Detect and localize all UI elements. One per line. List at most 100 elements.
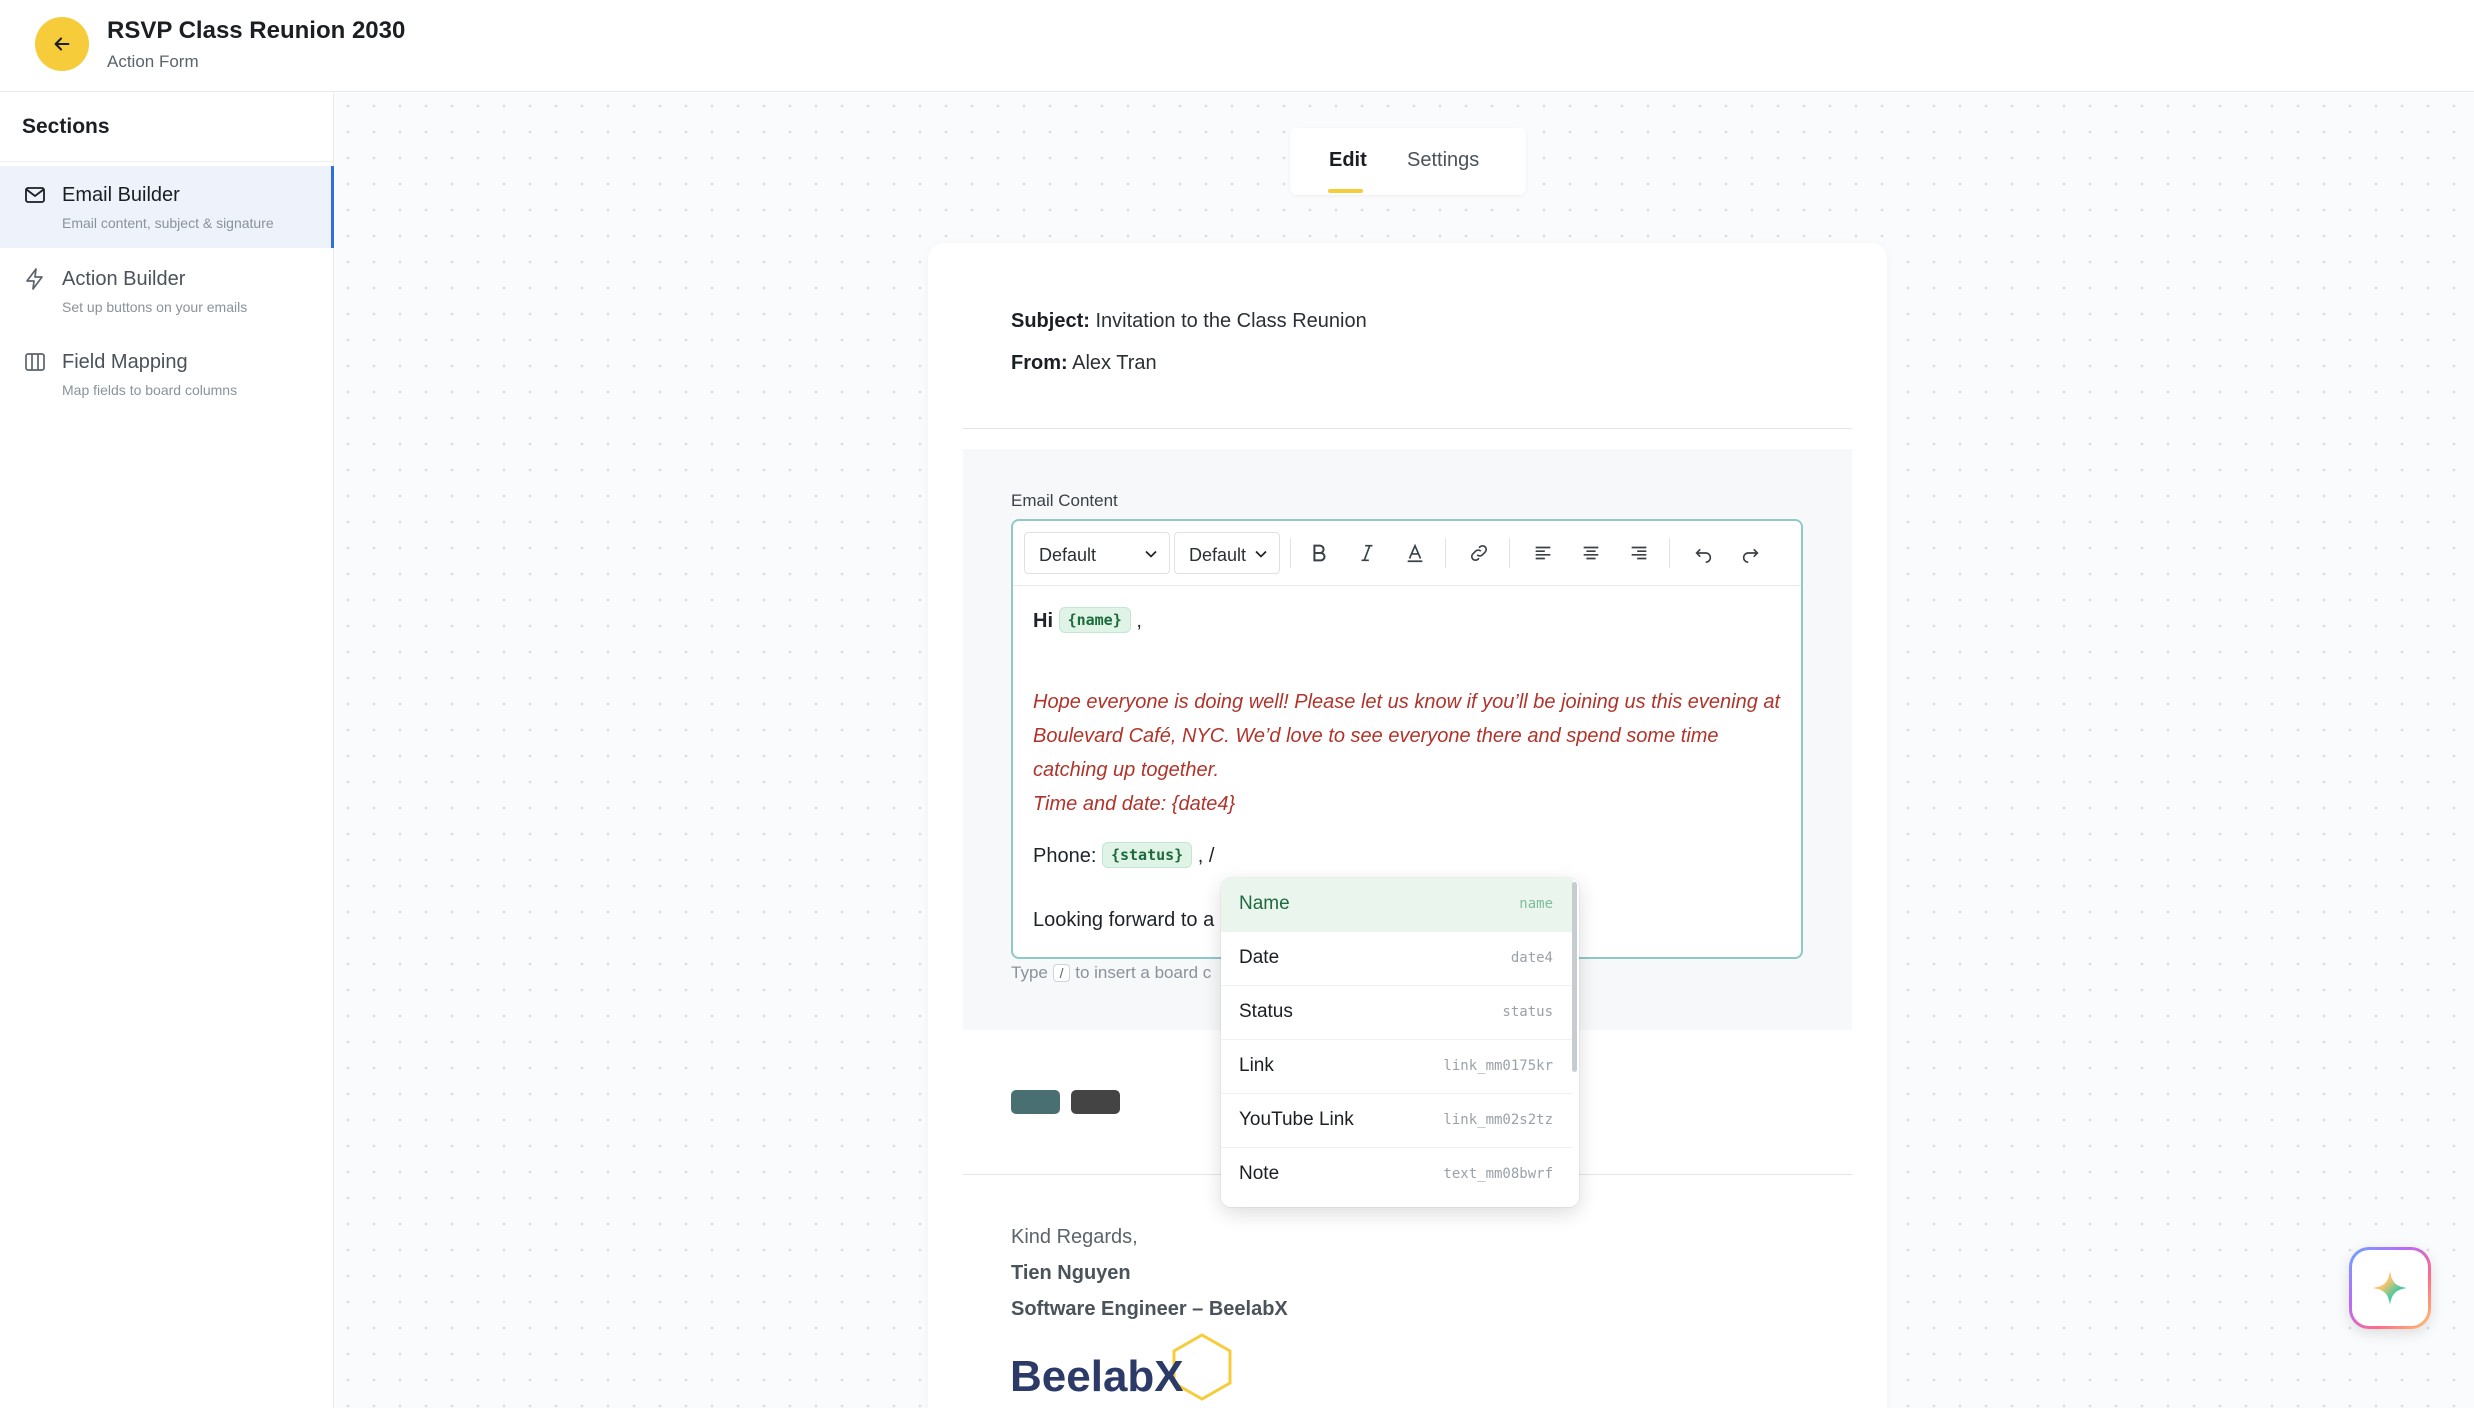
toolbar-separator [1509, 538, 1510, 568]
beelabx-logo: BeelabX [1010, 1333, 1232, 1401]
mail-icon [23, 183, 47, 207]
redo-icon [1742, 548, 1759, 563]
invitation-paragraph: Hope everyone is doing well! Please let … [1033, 685, 1793, 821]
logo-wordmark: BeelabX [1010, 1352, 1184, 1401]
active-tab-indicator [1328, 189, 1363, 193]
sidebar-item-action-builder[interactable]: Action Builder Set up buttons on your em… [0, 250, 334, 332]
sidebar-item-email-builder[interactable]: Email Builder Email content, subject & s… [0, 166, 334, 248]
align-left-icon [1535, 546, 1551, 560]
undo-icon [1695, 548, 1712, 563]
text-color-button[interactable] [1400, 538, 1430, 568]
undo-button[interactable] [1688, 538, 1718, 568]
subject-value: Invitation to the Class Reunion [1095, 310, 1367, 332]
page-subtitle: Action Form [107, 52, 199, 71]
ai-assistant-button[interactable] [2349, 1247, 2431, 1329]
toolbar-separator [1669, 538, 1670, 568]
sidebar-item-label: Email Builder [62, 184, 180, 206]
editor-toolbar: Default Default [1013, 521, 1801, 586]
hint-prefix: Type [1011, 963, 1048, 982]
subject-line[interactable]: Subject: Invitation to the Class Reunion [1011, 310, 1367, 333]
phone-label: Phone: [1033, 845, 1097, 867]
font-size-value: Default [1189, 545, 1247, 565]
sidebar-item-description: Set up buttons on your emails [62, 299, 248, 315]
dropdown-item-label: Link [1239, 1055, 1274, 1076]
page-title: RSVP Class Reunion 2030 [107, 17, 406, 44]
email-preview-card: Subject: Invitation to the Class Reunion… [928, 243, 1887, 1408]
dropdown-item-note[interactable]: Note text_mm08bwrf [1221, 1148, 1573, 1202]
greeting-suffix: , [1136, 610, 1142, 632]
sidebar-item-description: Email content, subject & signature [62, 215, 274, 231]
dropdown-item-youtube-link[interactable]: YouTube Link link_mm02s2tz [1221, 1094, 1573, 1148]
from-line[interactable]: From: Alex Tran [1011, 352, 1157, 375]
dropdown-item-label: Date [1239, 947, 1280, 968]
link-button[interactable] [1464, 538, 1494, 568]
chevron-down-icon [1145, 550, 1157, 558]
dropdown-item-label: Note [1239, 1163, 1280, 1184]
sidebar-item-field-mapping[interactable]: Field Mapping Map fields to board column… [0, 333, 334, 415]
align-right-icon [1631, 546, 1647, 560]
dropdown-item-label: YouTube Link [1239, 1109, 1354, 1130]
bold-button[interactable] [1304, 538, 1334, 568]
invitation-text: Hope everyone is doing well! Please let … [1033, 691, 1781, 781]
tab-settings[interactable]: Settings [1407, 149, 1479, 172]
italic-button[interactable] [1352, 538, 1382, 568]
sparkle-icon [2373, 1271, 2407, 1305]
dropdown-item-name[interactable]: Name name [1221, 878, 1573, 932]
back-button[interactable] [35, 17, 89, 71]
italic-icon [1361, 544, 1373, 562]
name-variable-chip[interactable]: {name} [1058, 607, 1131, 633]
lightning-icon [23, 267, 47, 291]
app-header: RSVP Class Reunion 2030 Action Form [0, 0, 2474, 92]
align-center-icon [1583, 546, 1599, 560]
font-family-select[interactable]: Default [1024, 532, 1170, 574]
sidebar: Sections Email Builder Email content, su… [0, 93, 334, 1408]
action-button-preview-2[interactable] [1071, 1090, 1120, 1114]
tab-edit[interactable]: Edit [1329, 149, 1367, 172]
redo-button[interactable] [1736, 538, 1766, 568]
sidebar-item-label: Action Builder [62, 268, 186, 290]
from-label: From: [1011, 352, 1068, 374]
chevron-down-icon [1255, 550, 1267, 558]
arrow-left-icon [54, 37, 70, 51]
signature-regards: Kind Regards, [1011, 1226, 1138, 1248]
dropdown-item-key: link_mm02s2tz [1443, 1112, 1553, 1128]
subject-label: Subject: [1011, 310, 1090, 332]
sidebar-divider [0, 161, 333, 162]
phone-line: Phone: {status} , / [1033, 842, 1214, 868]
columns-icon [23, 350, 47, 374]
dropdown-item-label: Status [1239, 1001, 1293, 1022]
dropdown-item-status[interactable]: Status status [1221, 986, 1573, 1040]
edit-settings-tabs: Edit Settings [1290, 128, 1526, 195]
action-button-preview-1[interactable] [1011, 1090, 1060, 1114]
link-icon [1470, 544, 1488, 562]
dropdown-item-key: date4 [1510, 950, 1553, 966]
status-variable-chip[interactable]: {status} [1101, 842, 1193, 868]
signature-title: Software Engineer – BeelabX [1011, 1298, 1288, 1320]
bold-icon [1313, 544, 1326, 562]
align-right-button[interactable] [1624, 538, 1654, 568]
sidebar-item-description: Map fields to board columns [62, 382, 238, 398]
dropdown-item-key: name [1519, 896, 1553, 912]
toolbar-separator [1290, 538, 1291, 568]
font-size-select[interactable]: Default [1174, 532, 1280, 574]
from-value: Alex Tran [1072, 352, 1157, 374]
hint-suffix: to insert a board c [1075, 963, 1212, 982]
greeting-line: Hi {name} , [1033, 607, 1142, 633]
divider [963, 428, 1852, 429]
dropdown-item-date[interactable]: Date date4 [1221, 932, 1573, 986]
dropdown-item-key: text_mm08bwrf [1443, 1166, 1553, 1182]
sidebar-heading: Sections [22, 115, 110, 138]
dropdown-item-link[interactable]: Link link_mm0175kr [1221, 1040, 1573, 1094]
text-color-icon [1407, 543, 1423, 563]
dropdown-item-label: Name [1239, 893, 1290, 914]
column-insert-dropdown: Name name Date date4 Status status Link … [1221, 878, 1579, 1207]
align-center-button[interactable] [1576, 538, 1606, 568]
dropdown-scrollbar[interactable] [1572, 882, 1577, 1072]
insert-hint: Type / to insert a board c [1011, 963, 1211, 983]
dropdown-item-key: status [1502, 1004, 1553, 1020]
signature-name: Tien Nguyen [1011, 1262, 1131, 1284]
align-left-button[interactable] [1528, 538, 1558, 568]
font-family-value: Default [1039, 545, 1097, 565]
slash-key-badge: / [1052, 964, 1071, 982]
phone-suffix: , / [1197, 845, 1215, 867]
